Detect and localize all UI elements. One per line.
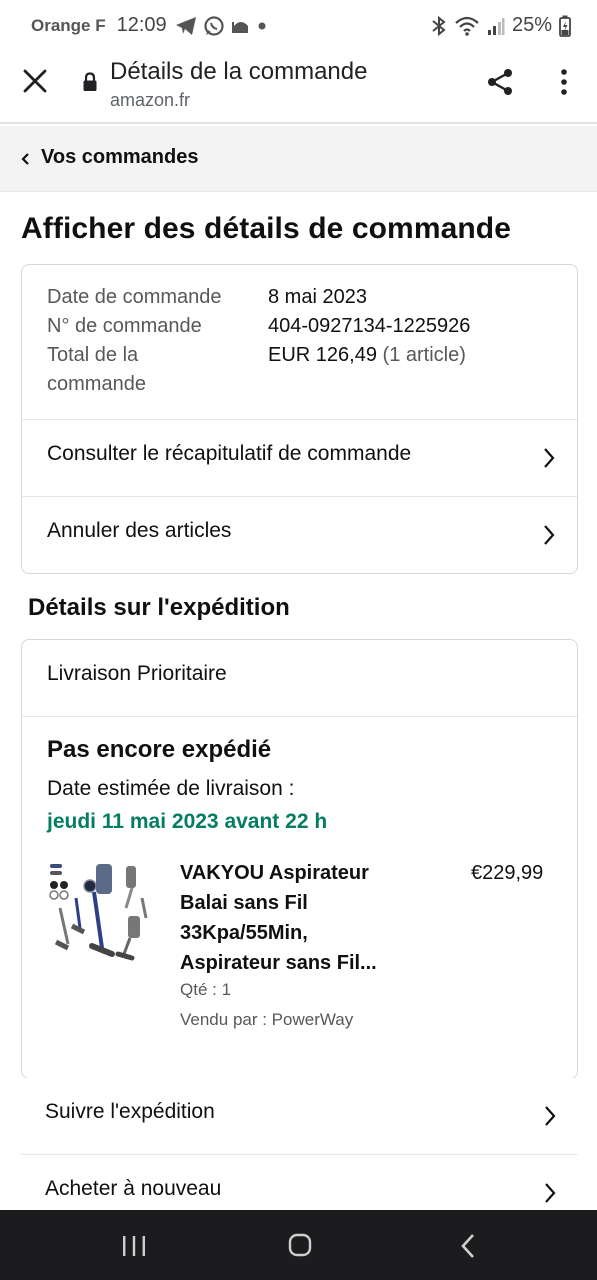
bluetooth-icon [432, 15, 446, 36]
order-number-label: N° de commande [47, 315, 202, 337]
lock-icon [83, 72, 97, 91]
product-title-line[interactable]: Aspirateur sans Fil... [180, 948, 420, 978]
signal-icon [487, 17, 505, 35]
battery-percent: 25% [511, 14, 552, 36]
shipping-section-title: Détails sur l'expédition [28, 594, 290, 621]
product-title-line[interactable]: VAKYOU Aspirateur [180, 858, 420, 888]
back-icon[interactable] [460, 1233, 476, 1259]
track-shipment-label[interactable]: Suivre l'expédition [45, 1100, 215, 1124]
order-date-label: Date de commande [47, 286, 222, 308]
order-total-label-line2: commande [47, 373, 146, 395]
order-total-items: (1 article) [382, 344, 466, 366]
product-image[interactable] [46, 858, 156, 968]
clock: 12:09 [116, 14, 167, 36]
home-icon[interactable] [288, 1233, 312, 1257]
system-nav-bar [0, 1210, 597, 1280]
browser-toolbar: Détails de la commande amazon.fr [0, 52, 597, 124]
mosque-icon [231, 21, 248, 33]
product-title[interactable]: VAKYOU Aspirateur Balai sans Fil 33Kpa/5… [180, 858, 420, 978]
order-date-value: 8 mai 2023 [268, 286, 367, 308]
cancel-items-link-label[interactable]: Annuler des articles [47, 519, 231, 543]
browser-page-title: Détails de la commande [110, 58, 368, 85]
shipping-method: Livraison Prioritaire [47, 662, 227, 685]
browser-domain: amazon.fr [110, 90, 191, 110]
carrier-label: Orange F [31, 15, 106, 35]
product-title-line[interactable]: 33Kpa/55Min, [180, 918, 420, 948]
chevron-right-icon [545, 1183, 556, 1203]
product-quantity: Qté : 1 [180, 980, 232, 999]
notification-dot-icon [258, 22, 266, 29]
shipment-status: Pas encore expédié [47, 736, 272, 763]
page-title: Afficher des détails de commande [21, 212, 512, 245]
breadcrumb[interactable]: Vos commandes [0, 126, 597, 192]
order-total-label-line1: Total de la [47, 344, 139, 366]
order-total-value: EUR 126,49 [268, 344, 377, 366]
chevron-left-icon [21, 153, 29, 165]
order-summary-card: Date de commande 8 mai 2023 N° de comman… [21, 264, 578, 574]
order-summary-link-label[interactable]: Consulter le récapitulatif de commande [47, 442, 411, 466]
share-icon[interactable] [485, 67, 515, 97]
chevron-right-icon [544, 525, 555, 545]
product-seller: Vendu par : PowerWay [180, 1010, 354, 1029]
order-date-row: Date de commande [47, 283, 222, 312]
order-total-value-row: EUR 126,49 (1 article) [268, 341, 466, 370]
battery-charging-icon [559, 15, 571, 37]
wifi-icon [455, 16, 479, 36]
recent-apps-icon[interactable] [121, 1235, 147, 1257]
more-options-icon[interactable] [555, 67, 573, 97]
divider [22, 716, 577, 717]
close-icon[interactable] [22, 68, 48, 94]
buy-again-label[interactable]: Acheter à nouveau [45, 1177, 221, 1201]
order-total-label-row: Total de la commande [47, 341, 146, 399]
track-shipment-link[interactable]: Suivre l'expédition [21, 1078, 578, 1155]
breadcrumb-label[interactable]: Vos commandes [41, 146, 198, 169]
cancel-items-link[interactable]: Annuler des articles [22, 496, 577, 573]
status-bar: Orange F 12:09 25% [0, 0, 597, 52]
order-number-row: N° de commande [47, 312, 202, 341]
shipment-card: Livraison Prioritaire Pas encore expédié… [21, 639, 578, 1079]
whatsapp-icon [204, 15, 224, 36]
chevron-right-icon [544, 448, 555, 468]
delivery-estimate-date: jeudi 11 mai 2023 avant 22 h [47, 810, 328, 833]
chevron-right-icon [545, 1106, 556, 1126]
order-summary-link[interactable]: Consulter le récapitulatif de commande [22, 419, 577, 496]
product-price: €229,99 [471, 862, 544, 884]
delivery-estimate-label: Date estimée de livraison : [47, 777, 295, 800]
order-number-value: 404-0927134-1225926 [268, 315, 471, 337]
product-title-line[interactable]: Balai sans Fil [180, 888, 420, 918]
telegram-icon [175, 16, 196, 35]
